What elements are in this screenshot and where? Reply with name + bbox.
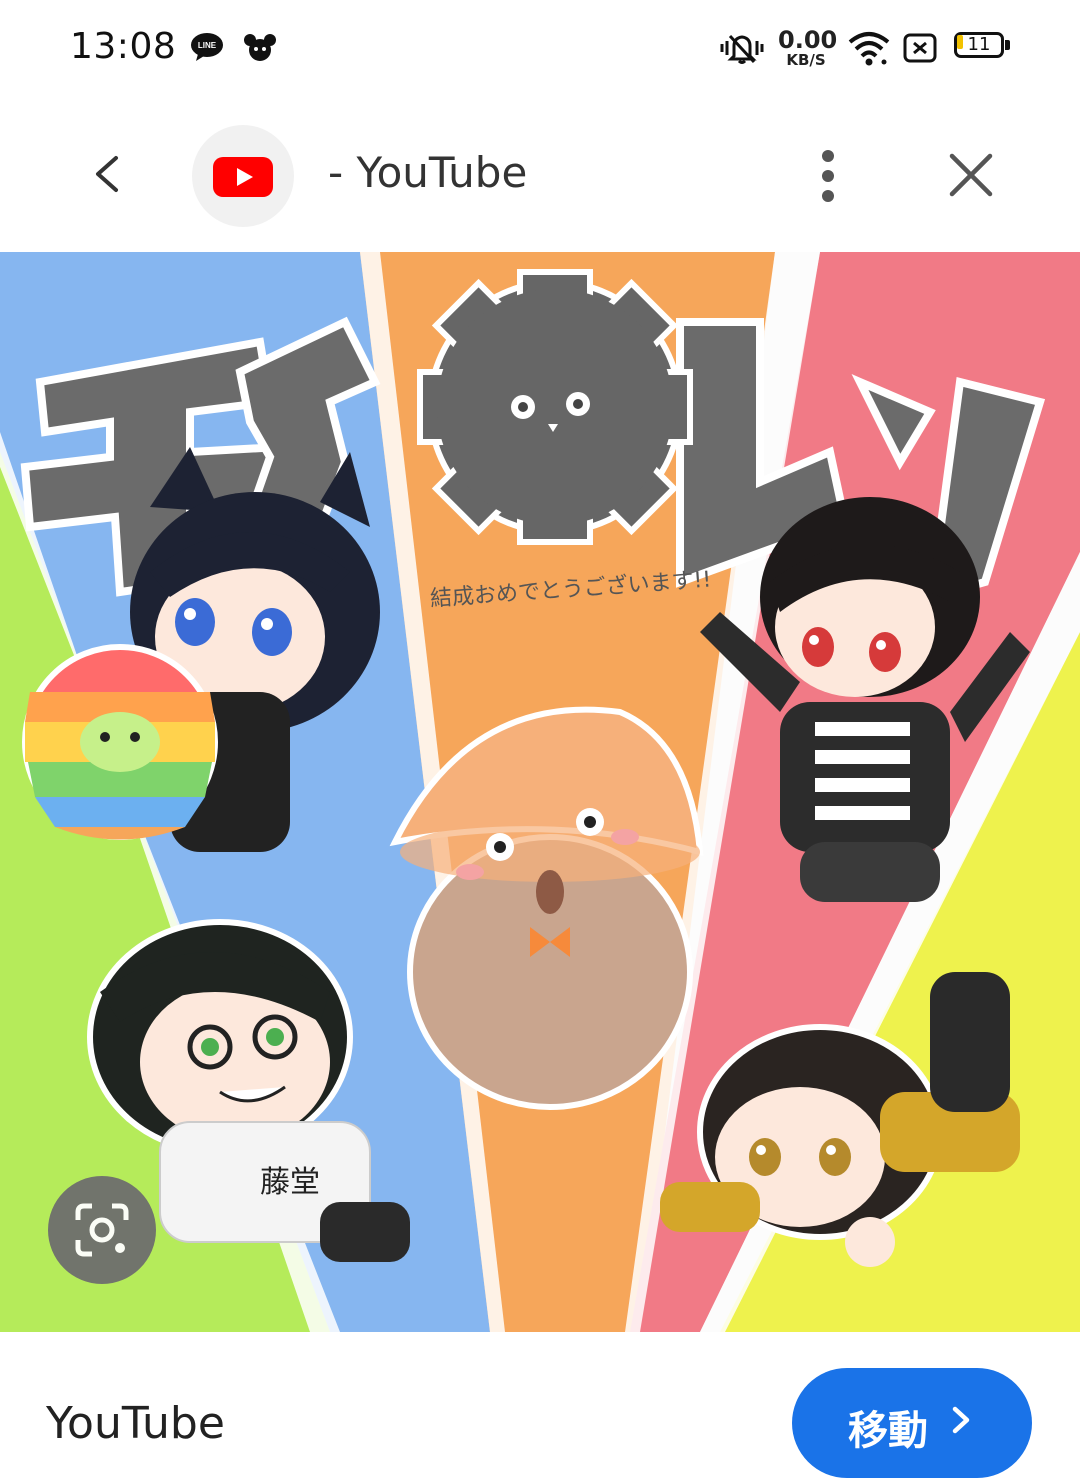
svg-text:LINE: LINE [198, 41, 217, 50]
net-speed: 0.00 KB/S [778, 26, 838, 69]
status-bar: 13:08 LINE 0.00 KB/S 11 [0, 0, 1080, 100]
net-speed-value: 0.00 [778, 26, 838, 54]
lens-button[interactable] [48, 1176, 156, 1284]
battery-level: 11 [967, 34, 991, 55]
mute-icon [720, 34, 764, 64]
visit-label: 移動 [848, 1408, 928, 1454]
visit-button[interactable]: 移動 [792, 1368, 1032, 1478]
youtube-icon [213, 157, 273, 197]
close-icon[interactable] [946, 150, 996, 200]
site-name: YouTube [46, 1398, 225, 1449]
preview-image[interactable]: 結成おめでとうございます!! 藤堂 [0, 252, 1080, 1332]
sim-icon [903, 33, 937, 63]
chevron-right-icon [952, 1406, 970, 1434]
battery-icon: 11 [954, 32, 1012, 62]
status-time: 13:08 [70, 26, 177, 67]
gear-mascot [417, 269, 693, 545]
rainbow-gear [22, 644, 218, 840]
result-footer: YouTube 移動 [0, 1332, 1080, 1478]
line-icon: LINE [191, 33, 223, 61]
character-bear [389, 706, 704, 1110]
mouse-icon [244, 34, 276, 61]
lens-icon [75, 1203, 129, 1257]
page-title: - YouTube [328, 148, 528, 197]
shirt-text: 藤堂 [260, 1165, 320, 1200]
back-icon[interactable] [84, 150, 132, 198]
site-avatar [192, 125, 294, 227]
wifi-icon [848, 32, 890, 66]
net-speed-unit: KB/S [786, 51, 826, 69]
toolbar: - YouTube [0, 120, 1080, 232]
more-icon[interactable] [808, 146, 848, 206]
